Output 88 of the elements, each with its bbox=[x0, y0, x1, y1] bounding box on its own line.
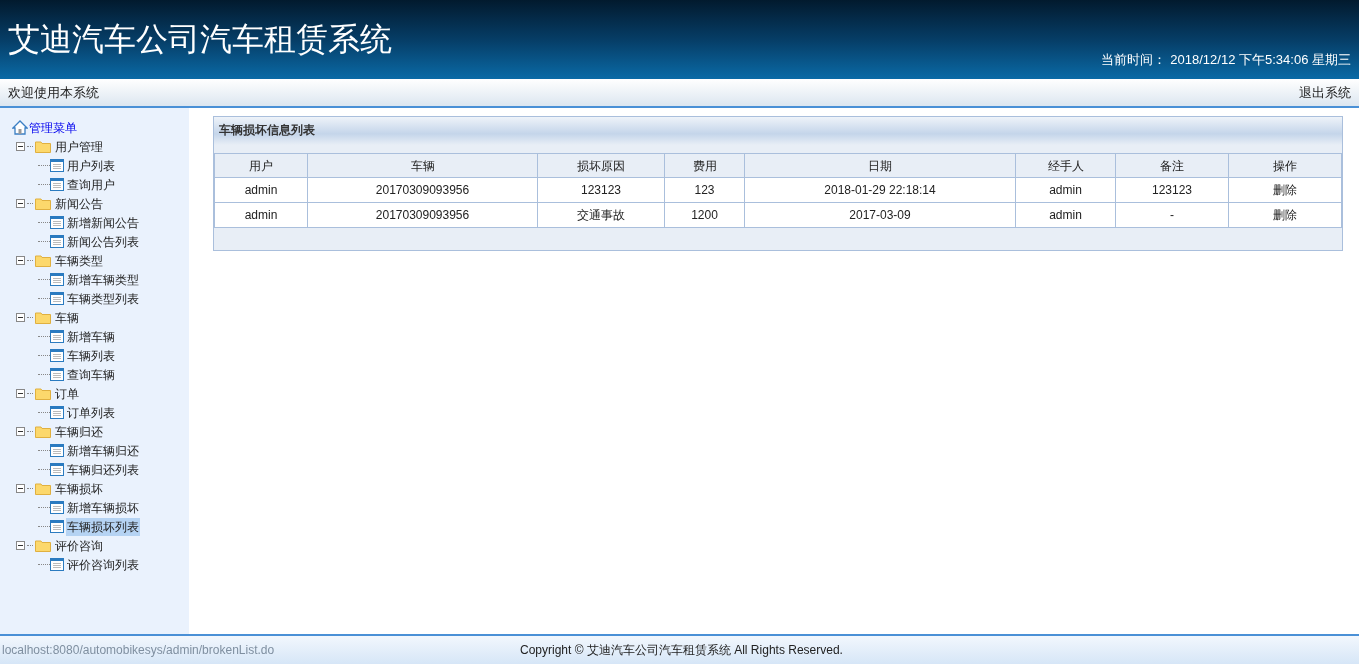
menu-item[interactable]: 新增新闻公告 bbox=[66, 213, 140, 232]
table-cell: admin bbox=[214, 177, 308, 203]
column-header: 经手人 bbox=[1015, 153, 1116, 178]
menu-item[interactable]: 新增车辆损坏 bbox=[66, 498, 140, 517]
table-cell: admin bbox=[214, 202, 308, 228]
menu-group[interactable]: 用户管理 bbox=[55, 137, 103, 156]
page-icon bbox=[50, 216, 64, 229]
collapse-toggle[interactable] bbox=[16, 541, 25, 550]
folder-icon bbox=[35, 311, 51, 324]
logout-link[interactable]: 退出系统 bbox=[1299, 82, 1351, 103]
time-label: 当前时间： bbox=[1101, 50, 1167, 69]
menu-item[interactable]: 查询车辆 bbox=[66, 365, 116, 384]
app-title: 艾迪汽车公司汽车租赁系统 bbox=[8, 22, 392, 55]
collapse-toggle[interactable] bbox=[16, 484, 25, 493]
panel-title: 车辆损坏信息列表 bbox=[219, 122, 315, 139]
page-icon bbox=[50, 235, 64, 248]
column-header: 费用 bbox=[664, 153, 745, 178]
page-icon bbox=[50, 444, 64, 457]
table-cell: admin bbox=[1015, 177, 1116, 203]
table-cell: 交通事故 bbox=[537, 202, 665, 228]
folder-icon bbox=[35, 197, 51, 210]
table-cell: 123123 bbox=[537, 177, 665, 203]
table-cell: - bbox=[1115, 202, 1229, 228]
page-icon bbox=[50, 558, 64, 571]
page-icon bbox=[50, 501, 64, 514]
page-icon bbox=[50, 520, 64, 533]
menu-root[interactable]: 管理菜单 bbox=[29, 118, 77, 137]
home-icon bbox=[12, 120, 28, 135]
column-header: 操作 bbox=[1228, 153, 1342, 178]
collapse-toggle[interactable] bbox=[16, 256, 25, 265]
menu-group[interactable]: 订单 bbox=[55, 384, 79, 403]
collapse-toggle[interactable] bbox=[16, 199, 25, 208]
table-cell: 2018-01-29 22:18:14 bbox=[744, 177, 1016, 203]
table-cell: 20170309093956 bbox=[307, 202, 538, 228]
page-icon bbox=[50, 406, 64, 419]
menu-item[interactable]: 新增车辆归还 bbox=[66, 441, 140, 460]
menu-group[interactable]: 车辆归还 bbox=[55, 422, 103, 441]
column-header: 日期 bbox=[744, 153, 1016, 178]
table-cell: admin bbox=[1015, 202, 1116, 228]
page-icon bbox=[50, 330, 64, 343]
menu-item[interactable]: 评价咨询列表 bbox=[66, 555, 140, 574]
page-icon bbox=[50, 178, 64, 191]
menu-item[interactable]: 车辆列表 bbox=[66, 346, 116, 365]
folder-icon bbox=[35, 254, 51, 267]
column-header: 车辆 bbox=[307, 153, 538, 178]
table-cell: 1200 bbox=[664, 202, 745, 228]
menu-item[interactable]: 车辆类型列表 bbox=[66, 289, 140, 308]
menu-item[interactable]: 用户列表 bbox=[66, 156, 116, 175]
page-icon bbox=[50, 349, 64, 362]
menu-group[interactable]: 评价咨询 bbox=[55, 536, 103, 555]
column-header: 用户 bbox=[214, 153, 308, 178]
menu-item[interactable]: 新增车辆 bbox=[66, 327, 116, 346]
collapse-toggle[interactable] bbox=[16, 389, 25, 398]
page-icon bbox=[50, 463, 64, 476]
delete-link[interactable]: 删除 bbox=[1273, 208, 1297, 222]
page-icon bbox=[50, 159, 64, 172]
folder-icon bbox=[35, 482, 51, 495]
collapse-toggle[interactable] bbox=[16, 142, 25, 151]
folder-icon bbox=[35, 387, 51, 400]
menu-item[interactable]: 订单列表 bbox=[66, 403, 116, 422]
table-cell: 2017-03-09 bbox=[744, 202, 1016, 228]
collapse-toggle[interactable] bbox=[16, 313, 25, 322]
menu-item[interactable]: 新闻公告列表 bbox=[66, 232, 140, 251]
menu-group[interactable]: 车辆 bbox=[55, 308, 79, 327]
page-icon bbox=[50, 292, 64, 305]
delete-link[interactable]: 删除 bbox=[1273, 183, 1297, 197]
table-cell: 123123 bbox=[1115, 177, 1229, 203]
folder-icon bbox=[35, 140, 51, 153]
folder-icon bbox=[35, 425, 51, 438]
copyright-text: Copyright © 艾迪汽车公司汽车租赁系统 All Rights Reserved. bbox=[520, 642, 843, 659]
table-cell: 123 bbox=[664, 177, 745, 203]
column-header: 备注 bbox=[1115, 153, 1229, 178]
menu-item[interactable]: 车辆归还列表 bbox=[66, 460, 140, 479]
column-header: 损坏原因 bbox=[537, 153, 665, 178]
menu-item[interactable]: 新增车辆类型 bbox=[66, 270, 140, 289]
page-icon bbox=[50, 368, 64, 381]
collapse-toggle[interactable] bbox=[16, 427, 25, 436]
folder-icon bbox=[35, 539, 51, 552]
welcome-text: 欢迎使用本系统 bbox=[8, 83, 99, 102]
table-cell: 20170309093956 bbox=[307, 177, 538, 203]
menu-item[interactable]: 查询用户 bbox=[66, 175, 116, 194]
menu-group[interactable]: 新闻公告 bbox=[55, 194, 103, 213]
page-icon bbox=[50, 273, 64, 286]
menu-item[interactable]: 车辆损坏列表 bbox=[66, 517, 140, 536]
menu-group[interactable]: 车辆类型 bbox=[55, 251, 103, 270]
status-url: localhost:8080/automobikesys/admin/brokenList.do bbox=[1, 642, 276, 659]
current-time: 2018/12/12 下午5:34:06 星期三 bbox=[1170, 50, 1351, 69]
menu-group[interactable]: 车辆损坏 bbox=[55, 479, 103, 498]
